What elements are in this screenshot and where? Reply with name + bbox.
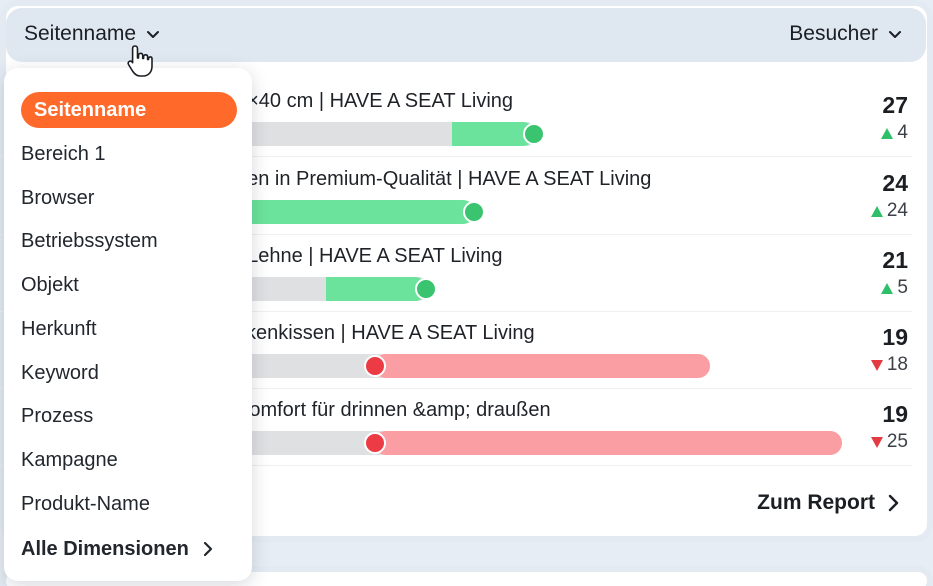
- trend-bar-decrease: [374, 354, 710, 378]
- row-page-title: ckenkissen | HAVE A SEAT Living: [236, 322, 535, 344]
- trend-bar: [236, 354, 710, 378]
- hand-cursor-icon: [127, 45, 153, 77]
- chevron-down-icon: [147, 31, 160, 38]
- trend-bar: [236, 122, 545, 146]
- row-page-title: Komfort für drinnen &amp; draußen: [236, 399, 551, 421]
- trend-bar: [236, 277, 437, 301]
- dimension-selector-label: Seitenname: [24, 22, 137, 45]
- row-change-value: 4: [897, 122, 908, 143]
- dropdown-option[interactable]: Keyword: [21, 355, 237, 391]
- row-change-value: 18: [886, 354, 908, 375]
- dropdown-option[interactable]: Herkunft: [21, 311, 237, 347]
- arrow-down-icon: [870, 436, 883, 448]
- row-visitor-count: 27: [882, 92, 908, 118]
- trend-bar-decrease: [374, 431, 842, 455]
- row-visitor-count: 19: [882, 401, 908, 427]
- chevron-right-icon: [888, 494, 899, 512]
- metric-selector[interactable]: Besucher: [789, 22, 902, 46]
- dropdown-option[interactable]: Prozess: [21, 398, 237, 434]
- trend-dot: [364, 432, 386, 454]
- row-change: 18: [870, 354, 908, 376]
- dropdown-option[interactable]: Betriebssystem: [21, 223, 237, 259]
- chevron-down-icon: [889, 31, 901, 38]
- arrow-up-icon: [881, 127, 894, 139]
- dimension-selector[interactable]: Seitenname: [24, 22, 160, 46]
- dropdown-option[interactable]: Objekt: [21, 267, 237, 303]
- row-page-title: t Lehne | HAVE A SEAT Living: [236, 245, 503, 267]
- trend-bar-increase: [236, 200, 475, 224]
- dimension-dropdown: Seitenname Bereich 1 Browser Betriebssystem…: [4, 68, 252, 581]
- trend-dot: [364, 355, 386, 377]
- row-change: 5: [881, 277, 908, 299]
- trend-bar: [236, 431, 842, 455]
- report-link-label: Zum Report: [757, 491, 875, 514]
- row-visitor-count: 21: [882, 247, 908, 273]
- row-visitor-count: 24: [882, 170, 908, 196]
- arrow-down-icon: [870, 359, 883, 371]
- dropdown-option[interactable]: Seitenname: [21, 92, 237, 128]
- row-page-title: gen in Premium-Qualität | HAVE A SEAT Li…: [236, 168, 652, 190]
- row-change: 24: [870, 200, 908, 222]
- row-change: 25: [870, 431, 908, 453]
- row-change-value: 24: [886, 200, 908, 221]
- trend-dot: [463, 201, 485, 223]
- all-dimensions-label: Alle Dimensionen: [21, 538, 189, 560]
- row-page-title: 0×40 cm | HAVE A SEAT Living: [236, 90, 514, 112]
- dropdown-option[interactable]: Kampagne: [21, 442, 237, 478]
- row-visitor-count: 19: [882, 324, 908, 350]
- metric-selector-label: Besucher: [789, 22, 878, 45]
- trend-dot: [415, 278, 437, 300]
- report-link[interactable]: Zum Report: [757, 491, 899, 515]
- trend-dot: [523, 123, 545, 145]
- arrow-up-icon: [881, 282, 894, 294]
- arrow-up-icon: [870, 205, 883, 217]
- row-change-value: 5: [897, 277, 908, 298]
- trend-bar-increase: [326, 277, 427, 301]
- row-change-value: 25: [886, 431, 908, 452]
- all-dimensions-option[interactable]: Alle Dimensionen: [21, 531, 237, 567]
- dropdown-option[interactable]: Produkt-Name: [21, 486, 237, 522]
- dropdown-option[interactable]: Browser: [21, 180, 237, 216]
- dropdown-option[interactable]: Bereich 1: [21, 136, 237, 172]
- row-change: 4: [881, 122, 908, 144]
- chevron-right-icon: [203, 541, 212, 557]
- trend-bar: [236, 200, 485, 224]
